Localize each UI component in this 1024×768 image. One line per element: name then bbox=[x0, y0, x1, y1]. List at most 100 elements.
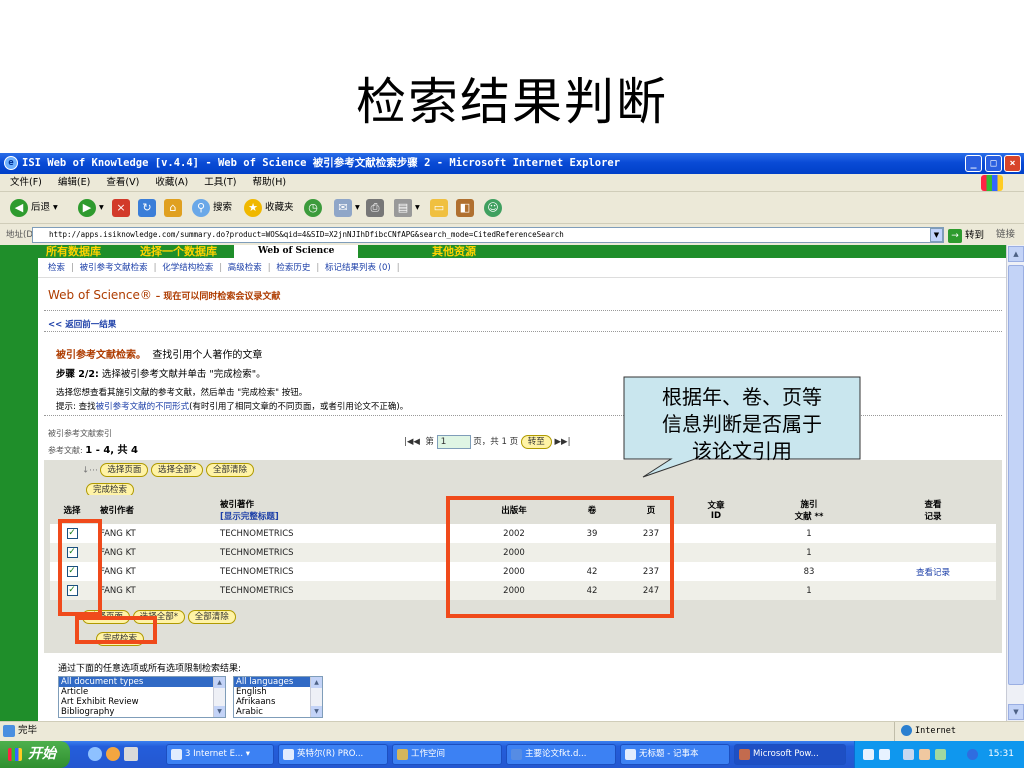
volume-icon[interactable] bbox=[935, 749, 946, 760]
forward-button[interactable]: ▶ ▾ bbox=[78, 198, 104, 218]
scroll-down-icon[interactable]: ▼ bbox=[311, 706, 322, 717]
show-full-title-link[interactable]: [显示完整标题] bbox=[220, 512, 279, 522]
clear-all-button-bottom[interactable]: 全部清除 bbox=[187, 610, 236, 624]
history-button[interactable]: ◷ bbox=[304, 198, 325, 218]
cell-citing: 1 bbox=[748, 543, 870, 562]
list-item[interactable]: Art Exhibit Review bbox=[59, 697, 225, 707]
search-button[interactable]: ⚲ 搜索 bbox=[192, 198, 232, 218]
scroll-down-icon[interactable]: ▼ bbox=[1008, 704, 1024, 720]
highlight-year-volume-page bbox=[446, 496, 674, 618]
page-number-input[interactable]: 1 bbox=[436, 434, 471, 449]
list-item[interactable]: Arabic bbox=[234, 707, 322, 717]
cell-view bbox=[870, 581, 996, 600]
refresh-icon: ↻ bbox=[138, 198, 156, 217]
back-to-results-link[interactable]: << 返回前一结果 bbox=[48, 318, 116, 330]
task-internet-explorer[interactable]: 3 Internet E... ▾ bbox=[166, 744, 274, 765]
task-intel-pro[interactable]: 英特尔(R) PRO... bbox=[278, 744, 388, 765]
list-item[interactable]: Article bbox=[59, 687, 225, 697]
go-button[interactable]: → 转到 bbox=[948, 226, 984, 246]
folder-button[interactable]: ▭ bbox=[430, 198, 451, 218]
links-label[interactable]: 链接 bbox=[996, 225, 1015, 245]
back-button[interactable]: ◀ 后退 ▾ bbox=[10, 198, 58, 218]
task-notepad[interactable]: 无标题 - 记事本 bbox=[620, 744, 730, 765]
folder-icon: ▭ bbox=[430, 198, 448, 217]
help-icon[interactable] bbox=[879, 749, 890, 760]
home-button[interactable]: ⌂ bbox=[164, 198, 185, 218]
menu-bar: 文件(F) 编辑(E) 查看(V) 收藏(A) 工具(T) 帮助(H) bbox=[0, 174, 1024, 192]
favorites-button[interactable]: ★ 收藏夹 bbox=[244, 198, 294, 218]
page-scrollbar[interactable]: ▲ ▼ bbox=[1006, 245, 1024, 721]
view-record-link[interactable]: 查看记录 bbox=[916, 568, 950, 578]
print-button[interactable]: ⎙ bbox=[366, 198, 387, 218]
menu-help[interactable]: 帮助(H) bbox=[253, 177, 287, 188]
cell-view bbox=[870, 524, 996, 543]
menu-file[interactable]: 文件(F) bbox=[10, 177, 42, 188]
quicklaunch-desktop-icon[interactable] bbox=[124, 747, 138, 761]
address-dropdown-icon[interactable]: ▼ bbox=[930, 228, 943, 242]
subnav-cited-reference-search[interactable]: 被引参考文献检索 bbox=[80, 263, 148, 273]
network-icon bbox=[283, 749, 294, 760]
tab-web-of-science[interactable]: Web of Science bbox=[234, 245, 359, 258]
next-page-icon[interactable]: ▶▶| bbox=[555, 437, 571, 447]
menu-view[interactable]: 查看(V) bbox=[106, 177, 139, 188]
scroll-down-icon[interactable]: ▼ bbox=[214, 706, 225, 717]
subnav-structure-search[interactable]: 化学结构检索 bbox=[162, 263, 213, 273]
mail-button[interactable]: ✉ ▾ bbox=[334, 198, 360, 218]
go-to-page-button[interactable]: 转至 bbox=[520, 434, 552, 449]
scroll-up-icon[interactable]: ▲ bbox=[214, 677, 225, 688]
system-tray: 15:31 bbox=[854, 741, 1024, 768]
messenger-button[interactable]: ☺ bbox=[484, 198, 505, 218]
tab-other-resources[interactable]: 其他资源 bbox=[432, 245, 476, 258]
menu-favorites[interactable]: 收藏(A) bbox=[155, 177, 188, 188]
variant-forms-link[interactable]: 被引参考文献的不同形式 bbox=[96, 402, 190, 412]
stop-button[interactable]: × bbox=[112, 198, 133, 218]
col-article-id: 文章 ID bbox=[684, 495, 748, 524]
subnav-marked-list[interactable]: 标记结果列表 (0) bbox=[325, 263, 391, 273]
reference-count: 参考文献: 1 - 4, 共 4 bbox=[48, 445, 138, 456]
menu-tools[interactable]: 工具(T) bbox=[204, 177, 236, 188]
document-type-listbox[interactable]: All document types Article Art Exhibit R… bbox=[58, 676, 226, 718]
instruction-text: 选择您想查看其施引文献的参考文献，然后单击 "完成检索" 按钮。 bbox=[56, 388, 308, 398]
start-button[interactable]: 开始 bbox=[0, 741, 70, 768]
subnav-search[interactable]: 检索 bbox=[48, 263, 65, 273]
address-bar: 地址(D) http://apps.isiknowledge.com/summa… bbox=[0, 225, 1024, 245]
close-button[interactable]: × bbox=[1004, 155, 1021, 172]
listbox-scrollbar[interactable]: ▲ ▼ bbox=[213, 677, 225, 717]
select-all-button[interactable]: 选择全部* bbox=[151, 463, 204, 477]
edit-button[interactable]: ▤ ▾ bbox=[394, 198, 420, 218]
task-word-document[interactable]: 主要论文fkt.d... bbox=[506, 744, 616, 765]
select-page-button[interactable]: 选择页面 bbox=[100, 463, 149, 477]
first-page-icon[interactable]: |◀◀ bbox=[404, 437, 420, 447]
task-workspace[interactable]: 工作空间 bbox=[392, 744, 502, 765]
tab-select-database[interactable]: 选择一个数据库 bbox=[140, 245, 217, 258]
subnav-search-history[interactable]: 检索历史 bbox=[276, 263, 310, 273]
scroll-thumb[interactable] bbox=[1008, 265, 1024, 685]
listbox-scrollbar[interactable]: ▲ ▼ bbox=[310, 677, 322, 717]
maximize-button[interactable]: □ bbox=[985, 155, 1002, 172]
language-listbox[interactable]: All languages English Afrikaans Arabic ▲… bbox=[233, 676, 323, 718]
network-tray-icon[interactable] bbox=[919, 749, 930, 760]
cell-article-id bbox=[684, 562, 748, 581]
address-input[interactable]: http://apps.isiknowledge.com/summary.do?… bbox=[32, 227, 944, 243]
keyboard-icon[interactable] bbox=[863, 749, 874, 760]
subnav-advanced-search[interactable]: 高级检索 bbox=[228, 263, 262, 273]
list-item[interactable]: All document types bbox=[59, 677, 225, 687]
refresh-button[interactable]: ↻ bbox=[138, 198, 159, 218]
step-line: 步骤 2/2: 选择被引参考文献并单击 "完成检索"。 bbox=[56, 369, 266, 380]
menu-edit[interactable]: 编辑(E) bbox=[58, 177, 90, 188]
minimize-button[interactable]: _ bbox=[965, 155, 982, 172]
task-powerpoint[interactable]: Microsoft Pow... bbox=[734, 744, 846, 765]
tab-all-databases[interactable]: 所有数据库 bbox=[46, 245, 101, 258]
window-titlebar[interactable]: e ISI Web of Knowledge [v.4.4] - Web of … bbox=[0, 153, 1024, 174]
collapse-tray-icon[interactable] bbox=[903, 749, 914, 760]
scroll-up-icon[interactable]: ▲ bbox=[1008, 246, 1024, 262]
quicklaunch-ie-icon[interactable] bbox=[88, 747, 102, 761]
scroll-up-icon[interactable]: ▲ bbox=[311, 677, 322, 688]
research-button[interactable]: ◧ bbox=[456, 198, 477, 218]
quicklaunch-browser-icon[interactable] bbox=[106, 747, 120, 761]
list-item[interactable]: Bibliography bbox=[59, 707, 225, 717]
clear-all-button[interactable]: 全部清除 bbox=[206, 463, 255, 477]
list-item[interactable]: Afrikaans bbox=[234, 697, 322, 707]
list-item[interactable]: English bbox=[234, 687, 322, 697]
list-item[interactable]: All languages bbox=[234, 677, 322, 687]
